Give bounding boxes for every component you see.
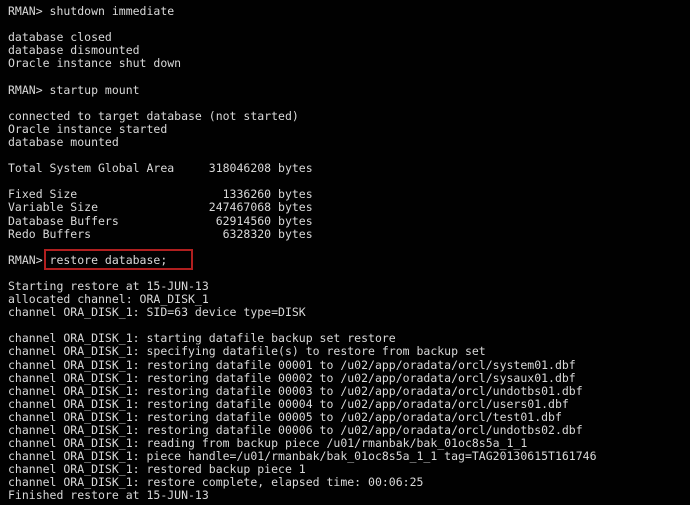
terminal-line: Oracle instance started: [8, 121, 168, 136]
terminal-line: Database Buffers 62914560 bytes: [8, 213, 313, 228]
terminal-output[interactable]: RMAN> shutdown immediate database closed d…: [0, 0, 690, 505]
terminal-line: connected to target database (not starte…: [8, 108, 299, 123]
terminal-line: RMAN> startup mount: [8, 82, 140, 97]
terminal-line-list: RMAN> shutdown immediate database closed d…: [8, 4, 690, 503]
terminal-line: Redo Buffers 6328320 bytes: [8, 226, 313, 241]
terminal-line: channel ORA_DISK_1: SID=63 device type=D…: [8, 305, 306, 320]
terminal-line: channel ORA_DISK_1: specifying datafile(…: [8, 344, 486, 359]
terminal-line: channel ORA_DISK_1: restoring datafile 0…: [8, 396, 569, 411]
terminal-line: database mounted: [8, 134, 119, 149]
terminal-line: RMAN> shutdown immediate: [8, 4, 175, 18]
terminal-line: channel ORA_DISK_1: restoring datafile 0…: [8, 357, 576, 372]
terminal-line: channel ORA_DISK_1: restoring datafile 0…: [8, 383, 583, 398]
terminal-line: Oracle instance shut down: [8, 56, 182, 71]
terminal-line: channel ORA_DISK_1: restoring datafile 0…: [8, 370, 576, 385]
terminal-line: Finished restore at 15-JUN-13: [8, 488, 209, 503]
terminal-line: Variable Size 247467068 bytes: [8, 200, 313, 215]
terminal-line: Total System Global Area 318046208 bytes: [8, 161, 313, 176]
terminal-line: RMAN> restore database;: [8, 252, 168, 267]
